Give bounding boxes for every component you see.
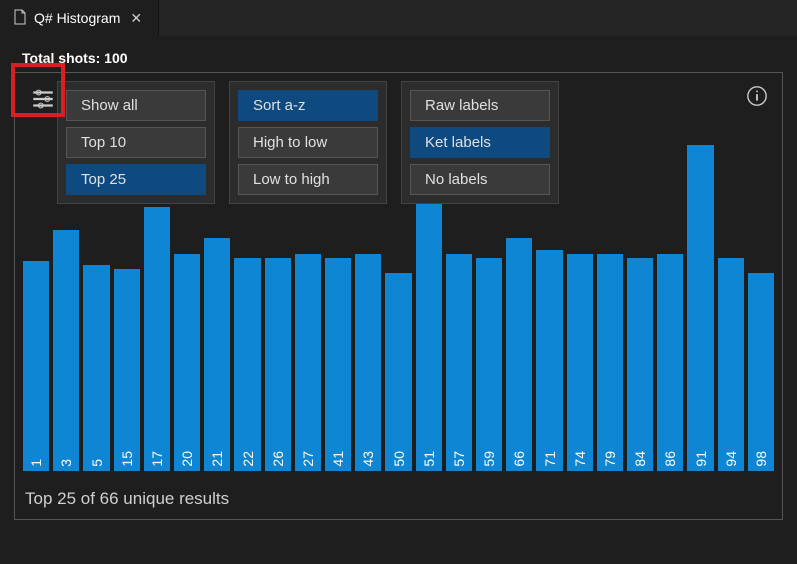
filter-labels-option-0[interactable]: Raw labels (410, 90, 550, 121)
filter-count-option-1[interactable]: Top 10 (66, 127, 206, 158)
bar-label: 22 (240, 447, 256, 471)
histogram-bar[interactable]: 1 (23, 261, 49, 471)
summary-text: Top 25 of 66 unique results (25, 489, 229, 509)
filter-labels-option-1[interactable]: Ket labels (410, 127, 550, 158)
bar-label: 43 (360, 447, 376, 471)
file-icon (12, 9, 28, 28)
filter-group-count: Show all Top 10 Top 25 (57, 81, 215, 204)
close-icon[interactable]: ✕ (126, 8, 146, 29)
histogram-bar[interactable]: 94 (718, 258, 744, 471)
histogram-bar[interactable]: 86 (657, 254, 683, 471)
histogram-bar[interactable]: 41 (325, 258, 351, 471)
histogram-bar[interactable]: 57 (446, 254, 472, 471)
bar-label: 84 (632, 447, 648, 471)
sliders-icon (30, 86, 56, 112)
histogram-bar[interactable]: 20 (174, 254, 200, 471)
bar-label: 50 (391, 447, 407, 471)
chart-container: Show all Top 10 Top 25 Sort a-z High to low… (14, 72, 783, 520)
histogram-bar[interactable]: 5 (83, 265, 109, 471)
filter-sort-option-1[interactable]: High to low (238, 127, 378, 158)
filter-sort-option-0[interactable]: Sort a-z (238, 90, 378, 121)
tab-title: Q# Histogram (34, 10, 120, 26)
bar-label: 91 (693, 447, 709, 471)
bar-label: 27 (300, 447, 316, 471)
histogram-bar[interactable]: 17 (144, 207, 170, 471)
histogram-bar[interactable]: 43 (355, 254, 381, 471)
bar-label: 94 (723, 447, 739, 471)
filter-panel: Show all Top 10 Top 25 Sort a-z High to low… (57, 81, 559, 204)
histogram-bar[interactable]: 98 (748, 273, 774, 471)
filter-count-option-2[interactable]: Top 25 (66, 164, 206, 195)
bar-label: 17 (149, 447, 165, 471)
histogram-bar[interactable]: 79 (597, 254, 623, 471)
bar-label: 59 (481, 447, 497, 471)
histogram-bar[interactable]: 59 (476, 258, 502, 471)
bar-label: 41 (330, 447, 346, 471)
histogram-bar[interactable]: 27 (295, 254, 321, 471)
bar-label: 5 (89, 455, 105, 471)
bar-label: 26 (270, 447, 286, 471)
bar-label: 57 (451, 447, 467, 471)
bar-label: 51 (421, 447, 437, 471)
tab-qsharp-histogram[interactable]: Q# Histogram ✕ (0, 0, 159, 36)
histogram-bar[interactable]: 15 (114, 269, 140, 471)
bar-label: 21 (209, 447, 225, 471)
histogram-bar[interactable]: 74 (567, 254, 593, 471)
bar-label: 1 (28, 455, 44, 471)
filter-sort-option-2[interactable]: Low to high (238, 164, 378, 195)
filter-group-labels: Raw labels Ket labels No labels (401, 81, 559, 204)
total-shots-label: Total shots: 100 (14, 50, 783, 66)
bar-label: 3 (58, 455, 74, 471)
histogram-bar[interactable]: 22 (234, 258, 260, 471)
bar-label: 15 (119, 447, 135, 471)
histogram-bar[interactable]: 3 (53, 230, 79, 471)
content-area: Total shots: 100 Show all Top 10 Top 25 So… (0, 36, 797, 520)
bar-label: 98 (753, 447, 769, 471)
bar-label: 79 (602, 447, 618, 471)
histogram-bar[interactable]: 26 (265, 258, 291, 471)
filter-count-option-0[interactable]: Show all (66, 90, 206, 121)
histogram-bar[interactable]: 66 (506, 238, 532, 471)
histogram-bar[interactable]: 71 (536, 250, 562, 471)
histogram-bar[interactable]: 84 (627, 258, 653, 471)
tab-bar: Q# Histogram ✕ (0, 0, 797, 36)
histogram-bar[interactable]: 91 (687, 145, 713, 471)
histogram-bar[interactable]: 50 (385, 273, 411, 471)
filter-group-sort: Sort a-z High to low Low to high (229, 81, 387, 204)
filter-labels-option-2[interactable]: No labels (410, 164, 550, 195)
bar-label: 71 (542, 447, 558, 471)
bar-label: 74 (572, 447, 588, 471)
filter-settings-button[interactable] (23, 81, 63, 117)
bar-label: 66 (511, 447, 527, 471)
histogram-bar[interactable]: 51 (416, 203, 442, 471)
bar-label: 86 (662, 447, 678, 471)
bar-label: 20 (179, 447, 195, 471)
histogram-bar[interactable]: 21 (204, 238, 230, 471)
